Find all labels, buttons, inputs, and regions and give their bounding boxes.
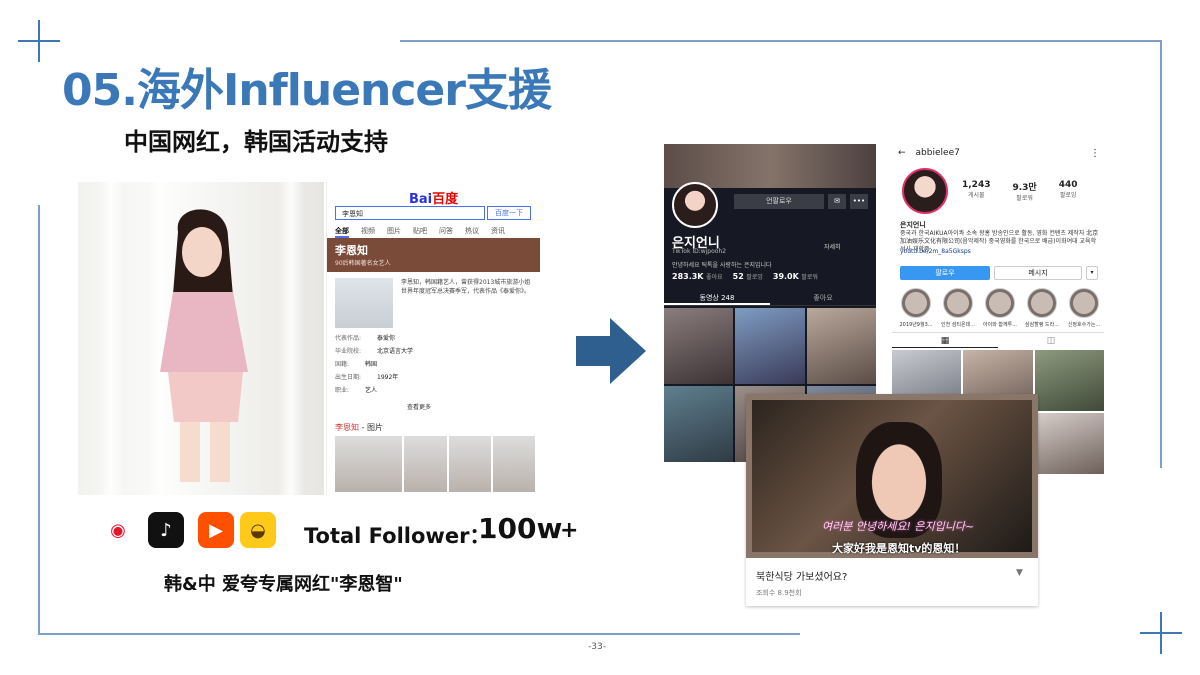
video-subtitle-chinese: 大家好我是恩知tv的恩知！ (832, 542, 966, 555)
video-thumbnail[interactable] (735, 308, 805, 384)
highlight-item[interactable]: 신정호수가는... (1066, 288, 1102, 328)
baidu-tabs: 全部 视频 图片 贴吧 问答 热议 资讯 (335, 226, 505, 238)
grid-icon[interactable]: ▦ (892, 333, 998, 348)
baidu-image-gallery (335, 436, 535, 492)
video-title: 북한식당 가보셨어요? (756, 572, 848, 583)
instagram-follow-button[interactable]: 팔로우 (900, 266, 990, 280)
tiktok-unfollow-button[interactable]: 언팔로우 (734, 194, 824, 209)
baidu-more-link[interactable]: 查看更多 (407, 402, 431, 411)
gallery-image[interactable] (492, 436, 535, 492)
more-vertical-icon[interactable]: ⋮ (1090, 148, 1100, 159)
baidu-logo: Bai百度 (409, 192, 459, 207)
highlight-item[interactable]: 아이와 함께투... (982, 288, 1018, 328)
baidu-person-name: 李恩知 (335, 244, 368, 257)
instagram-tabs: ▦ ◫ (892, 332, 1104, 348)
baidu-info-list: 代表作品: 泰爱你 毕业院校: 北京语言大学 国籍: 韩国 出生日期: 1992年 职业… (335, 335, 414, 394)
follower-count: 100w (478, 512, 563, 545)
chevron-down-icon[interactable]: ▼ (1016, 568, 1023, 578)
baidu-tab[interactable]: 视频 (361, 226, 375, 238)
follower-label: Total Follower： (304, 524, 491, 548)
instagram-username: abbielee7 (915, 148, 960, 158)
video-views: 조회수 8.9천회 (756, 589, 802, 597)
baidu-thumbnail (335, 278, 393, 328)
video-subtitle-korean: 여러분 안녕하세요! 은지입니다~ (822, 520, 975, 533)
photo-thumbnail[interactable] (1034, 413, 1104, 474)
video-thumbnail[interactable] (664, 308, 734, 384)
instagram-message-button[interactable]: 메시지 (994, 266, 1082, 280)
influencer-caption: 韩&中 爱夸专属网红"李恩智" (164, 574, 403, 595)
baidu-tab[interactable]: 热议 (465, 226, 479, 238)
douyin-icon: ♪ (148, 512, 184, 548)
baidu-search-button[interactable]: 百度一下 (487, 206, 531, 220)
tiktok-tabs: 동영상 248 좋아요 (664, 290, 876, 306)
gallery-image[interactable] (335, 436, 403, 492)
chevron-down-icon[interactable]: ▾ (1086, 266, 1098, 280)
page-number: -33- (588, 642, 606, 652)
influencer-photo (78, 182, 324, 495)
avatar (902, 168, 948, 214)
frame-bottom-line (38, 633, 800, 635)
tiktok-id: TikTok ID:wjpooh2 (672, 248, 727, 255)
back-arrow-icon[interactable]: ← (898, 148, 906, 158)
baidu-tab[interactable]: 资讯 (491, 226, 505, 238)
highlight-item[interactable]: 삼삼할랭 드라... (1024, 288, 1060, 328)
avatar (672, 182, 718, 228)
video-player[interactable]: 여러분 안녕하세요! 은지입니다~ 大家好我是恩知tv的恩知！ (746, 394, 1038, 558)
instagram-display-name: 은지언니 (900, 221, 926, 229)
highlight-item[interactable]: 2019년9월3... (898, 288, 934, 328)
tagged-icon[interactable]: ◫ (998, 333, 1104, 348)
more-icon[interactable]: ••• (850, 194, 868, 209)
tab-videos[interactable]: 동영상 248 (664, 290, 770, 305)
youtube-video-card[interactable]: 여러분 안녕하세요! 은지입니다~ 大家好我是恩知tv的恩知！ 북한식당 가보셨… (746, 394, 1038, 606)
corner-cross-top-left (18, 20, 60, 62)
baidu-tab[interactable]: 图片 (387, 226, 401, 238)
instagram-bio-link[interactable]: youtu.be/2m_8a5Gksps (900, 248, 971, 255)
baidu-tab[interactable]: 问答 (439, 226, 453, 238)
weibo-icon: ◉ (100, 512, 136, 548)
baidu-tab[interactable]: 贴吧 (413, 226, 427, 238)
baidu-gallery-title: 李恩知 - 图片 (335, 423, 383, 432)
slide-subtitle: 中国网红，韩国活动支持 (124, 128, 388, 156)
baidu-person-banner: 李恩知 90后韩国著名女艺人 (327, 238, 540, 272)
baidu-intro-text: 李恩知，韩国籍艺人，曾获得2013城市旅游小姐世界年度冠军总决赛季军，代表作品《… (401, 279, 531, 295)
baidu-tab[interactable]: 全部 (335, 226, 349, 238)
tiktok-bio: 안녕하세요 틱톡을 사랑하는 은지입니다 (672, 262, 772, 269)
instagram-header: ← abbielee7 (898, 148, 960, 158)
video-thumbnail[interactable] (664, 386, 734, 462)
message-icon[interactable]: ✉ (828, 194, 846, 209)
highlight-item[interactable]: 인천 섬티온데... (940, 288, 976, 328)
haokan-icon: ◒ (240, 512, 276, 548)
frame-top-line (400, 40, 1162, 42)
photo-thumbnail[interactable] (1034, 350, 1104, 411)
tiktok-stats: 283.3K 좋아요 52 팔로잉 39.0K 팔로워 (672, 272, 818, 281)
baidu-person-desc: 90后韩国著名女艺人 (335, 260, 391, 267)
tiktok-more-link[interactable]: 자세히 (824, 242, 841, 251)
slide-title: 05.海外Influencer支援 (62, 65, 552, 116)
gallery-image[interactable] (404, 436, 447, 492)
corner-cross-bottom-right (1140, 612, 1182, 654)
tab-likes[interactable]: 좋아요 (770, 290, 876, 305)
video-thumbnail[interactable] (806, 308, 876, 384)
baidu-search-screenshot: Bai百度 李恩知 百度一下 全部 视频 图片 贴吧 问答 热议 资讯 李恩知 … (326, 182, 540, 495)
right-arrow-icon (576, 318, 646, 384)
frame-left-line (38, 205, 40, 635)
frame-right-line (1160, 40, 1162, 468)
baidu-search-input[interactable]: 李恩知 (335, 206, 485, 220)
follower-plus: + (560, 518, 579, 543)
gallery-image[interactable] (448, 436, 491, 492)
kuaishou-icon: ▶ (198, 512, 234, 548)
instagram-stats: 1,243 게시물 9.3만 팔로워 440 팔로잉 (962, 180, 1078, 202)
instagram-highlights: 2019년9월3... 인천 섬티온데... 아이와 함께투... 삼삼할랭 드… (898, 288, 1102, 328)
